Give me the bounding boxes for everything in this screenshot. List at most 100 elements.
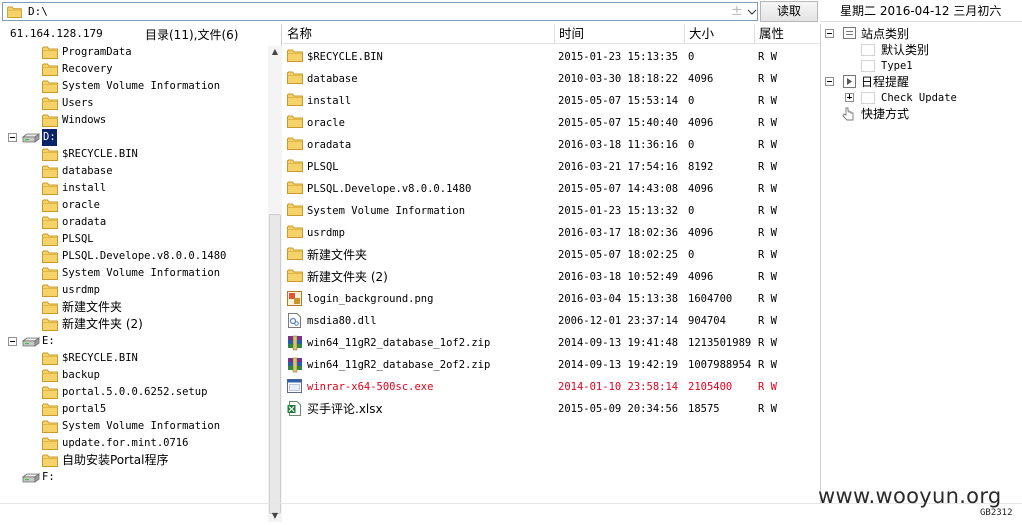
folder-icon [42,284,58,297]
encoding-label: GB2312 [980,508,1013,518]
tree-folder-label: update.for.mint.0716 [62,437,189,449]
folder-icon [42,437,58,450]
file-size: 1213501989 [688,337,752,349]
tree-folder-label: usrdmp [62,284,100,296]
file-size: 904704 [688,315,726,327]
check-update-label: Check Update [881,92,957,104]
tree-folder-label: oradata [62,216,107,228]
folder-icon [42,216,58,229]
file-size: 0 [688,139,695,151]
schedule-label: 日程提醒 [861,75,910,89]
type1-label: Type1 [881,60,913,72]
drive-icon [22,133,40,143]
folder-icon [42,420,58,433]
file-row[interactable]: msdia80.dll 2006-12-01 23:37:14 904704 R W [283,310,820,332]
folder-icon [42,301,58,314]
shortcuts-label: 快捷方式 [861,107,910,121]
file-time: 2014-09-13 19:42:19 [558,359,679,371]
file-row[interactable]: 新建文件夹 2015-05-07 18:02:25 0 R W [283,244,820,266]
column-header-name[interactable]: 名称 [283,24,555,44]
tree-folder-label: System Volume Information [62,80,221,92]
plus-icon[interactable]: ± [731,3,743,20]
folder-icon [287,71,303,84]
file-row[interactable]: 新建文件夹 (2) 2016-03-18 10:52:49 4096 R W [283,266,820,288]
folder-icon [287,49,303,62]
file-row[interactable]: $RECYCLE.BIN 2015-01-23 15:13:35 0 R W [283,46,820,68]
column-header-size[interactable]: 大小 [685,24,755,44]
tree-folder-label: $RECYCLE.BIN [62,352,138,364]
file-name: oracle [307,117,345,129]
tree-drive-item[interactable]: D: [8,129,88,146]
watermark: www.wooyun.org [818,484,1002,508]
tree-folder-label: System Volume Information [62,420,221,432]
file-size: 2105400 [688,381,733,393]
excel-file-icon [287,401,301,416]
folder-icon [287,181,303,194]
file-size: 4096 [688,73,714,85]
file-row[interactable]: win64_11gR2_database_1of2.zip 2014-09-13 … [283,332,820,354]
file-time: 2006-12-01 23:37:14 [558,315,679,327]
schedule-icon [843,75,856,88]
default-category-label: 默认类别 [881,43,930,57]
file-time: 2015-01-23 15:13:32 [558,205,679,217]
category-icon [843,27,856,39]
scroll-up-icon[interactable]: ▲ [268,46,282,58]
scroll-down-icon[interactable]: ▼ [268,510,282,522]
column-header-attr[interactable]: 属性 [755,24,820,44]
file-size: 0 [688,51,695,63]
collapse-icon[interactable] [8,337,17,346]
file-row[interactable]: login_background.png 2016-03-04 15:13:38 1… [283,288,820,310]
file-name: oradata [307,139,352,151]
tree-drive-item[interactable]: F: [8,469,88,486]
file-size: 4096 [688,117,714,129]
file-row[interactable]: database 2010-03-30 18:18:22 4096 R W [283,68,820,90]
file-row[interactable]: winrar-x64-500sc.exe 2014-01-10 23:58:14 2… [283,376,820,398]
tree-folder-label: backup [62,369,100,381]
file-size: 8192 [688,161,714,173]
folder-icon [287,269,303,282]
folder-icon [287,137,303,150]
expand-icon-vbar [849,94,850,99]
site-category-label: 站点类别 [861,27,910,41]
file-size: 0 [688,205,695,217]
file-name: $RECYCLE.BIN [307,51,383,63]
scrollbar-thumb[interactable] [269,214,281,514]
tree-folder-label: portal5 [62,403,107,415]
tree-drive-item[interactable]: E: [8,333,88,350]
file-row[interactable]: System Volume Information 2015-01-23 15:1… [283,200,820,222]
file-row[interactable]: 买手评论.xlsx 2015-05-09 20:34:56 18575 R W [283,398,820,420]
tree-drive-label: D: [42,129,57,146]
read-button[interactable]: 读取 [760,1,818,22]
folder-icon [42,165,58,178]
collapse-icon[interactable] [8,133,17,142]
folder-icon [42,63,58,76]
directory-tree: ProgramData Recovery System Volume Informa… [0,46,268,504]
chevron-down-icon[interactable] [747,9,757,15]
folder-icon [42,46,58,59]
folder-icon [42,318,58,331]
file-attr: R W [758,73,777,85]
collapse-icon[interactable] [825,77,834,86]
file-row[interactable]: usrdmp 2016-03-17 18:02:36 4096 R W [283,222,820,244]
file-row[interactable]: install 2015-05-07 15:53:14 0 R W [283,90,820,112]
file-attr: R W [758,95,777,107]
file-time: 2016-03-04 15:13:38 [558,293,679,305]
tree-scrollbar[interactable]: ▲ ▼ [268,46,282,522]
file-row[interactable]: PLSQL 2016-03-21 17:54:16 8192 R W [283,156,820,178]
collapse-icon[interactable] [825,29,834,38]
file-attr: R W [758,271,777,283]
path-dropdown[interactable]: ± [727,3,759,20]
file-row[interactable]: PLSQL.Develope.v8.0.0.1480 2015-05-07 14:… [283,178,820,200]
file-name: win64_11gR2_database_1of2.zip [307,337,491,349]
server-ip: 61.164.128.179 [10,27,103,40]
file-size: 4096 [688,183,714,195]
path-value[interactable]: D:\ [28,5,48,18]
file-attr: R W [758,403,777,415]
file-row[interactable]: oracle 2015-05-07 15:40:40 4096 R W [283,112,820,134]
path-input[interactable]: D:\ ± [2,2,758,21]
file-row[interactable]: win64_11gR2_database_2of2.zip 2014-09-13 … [283,354,820,376]
folder-icon [287,159,303,172]
directory-tree-panel: 61.164.128.179 目录(11),文件(6) ProgramData R… [0,24,282,522]
column-header-time[interactable]: 时间 [555,24,685,44]
file-row[interactable]: oradata 2016-03-18 11:36:16 0 R W [283,134,820,156]
